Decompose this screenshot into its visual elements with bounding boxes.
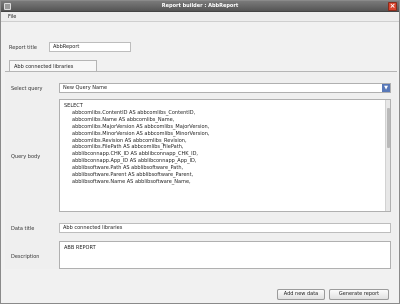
query-line: abblibconnapp.App_ID AS abblibconnapp_Ap… [72, 158, 197, 165]
query-line: abbcomlibs.MajorVersion AS abbcomlibs_Ma… [72, 123, 210, 130]
query-line: abbcomlibs.MinorVersion AS abbcomlibs_Mi… [72, 130, 210, 137]
description-textarea[interactable]: ABB REPORT [59, 241, 391, 269]
select-query-label: Select query [11, 86, 43, 92]
scrollbar-thumb[interactable] [387, 108, 390, 148]
generate-report-button[interactable]: Generate report [329, 289, 389, 300]
close-button[interactable]: × [388, 2, 397, 11]
query-line: abblibsoftware.Parent AS abblibsoftware_… [72, 172, 194, 179]
select-query-value: New Query Name [63, 85, 108, 91]
query-line: abbcomlibs.Revision AS abbcomlibs_Revisi… [72, 137, 187, 144]
report-builder-window: Report builder : AbbReport × File Report… [0, 0, 400, 304]
title-bar[interactable]: Report builder : AbbReport × [1, 1, 399, 12]
query-line: SELECT [64, 103, 83, 109]
query-line: abblibconnapp.CHK_ID AS abblibconnapp_CH… [72, 151, 199, 158]
report-title-input[interactable]: AbbReport [49, 42, 131, 52]
menu-bar: File [1, 12, 399, 22]
window-title: Report builder : AbbReport [161, 3, 239, 9]
query-line: abbcomlibs.FilePath AS abbcomlibs_FilePa… [72, 144, 184, 151]
report-title-label: Report title [9, 45, 37, 51]
query-scrollbar[interactable] [385, 100, 390, 211]
query-line: abblibsoftware.Name AS abblibsoftware_Na… [72, 178, 191, 185]
close-icon: × [389, 2, 396, 10]
query-line: abbcomlibs.ContentID AS abbcomlibs_Conte… [72, 109, 196, 116]
query-line: abbcomlibs.Name AS abbcomlibs_Name, [72, 116, 175, 123]
select-query-dropdown[interactable]: New Query Name ▼ [59, 83, 391, 93]
description-label: Description [11, 254, 40, 260]
query-line: abblibsoftware.Path AS abblibsoftware_Pa… [72, 165, 184, 172]
dropdown-arrow-icon[interactable]: ▼ [382, 84, 390, 92]
query-body-label: Query body [11, 154, 41, 160]
menu-file[interactable]: File [8, 14, 16, 20]
add-new-data-button[interactable]: Add new data [277, 289, 325, 300]
data-title-input[interactable]: Abb connected libraries [59, 223, 391, 233]
query-body-textarea[interactable]: SELECT abbcomlibs.ContentID AS abbcomlib… [59, 99, 391, 212]
data-title-label: Data title [11, 226, 35, 232]
